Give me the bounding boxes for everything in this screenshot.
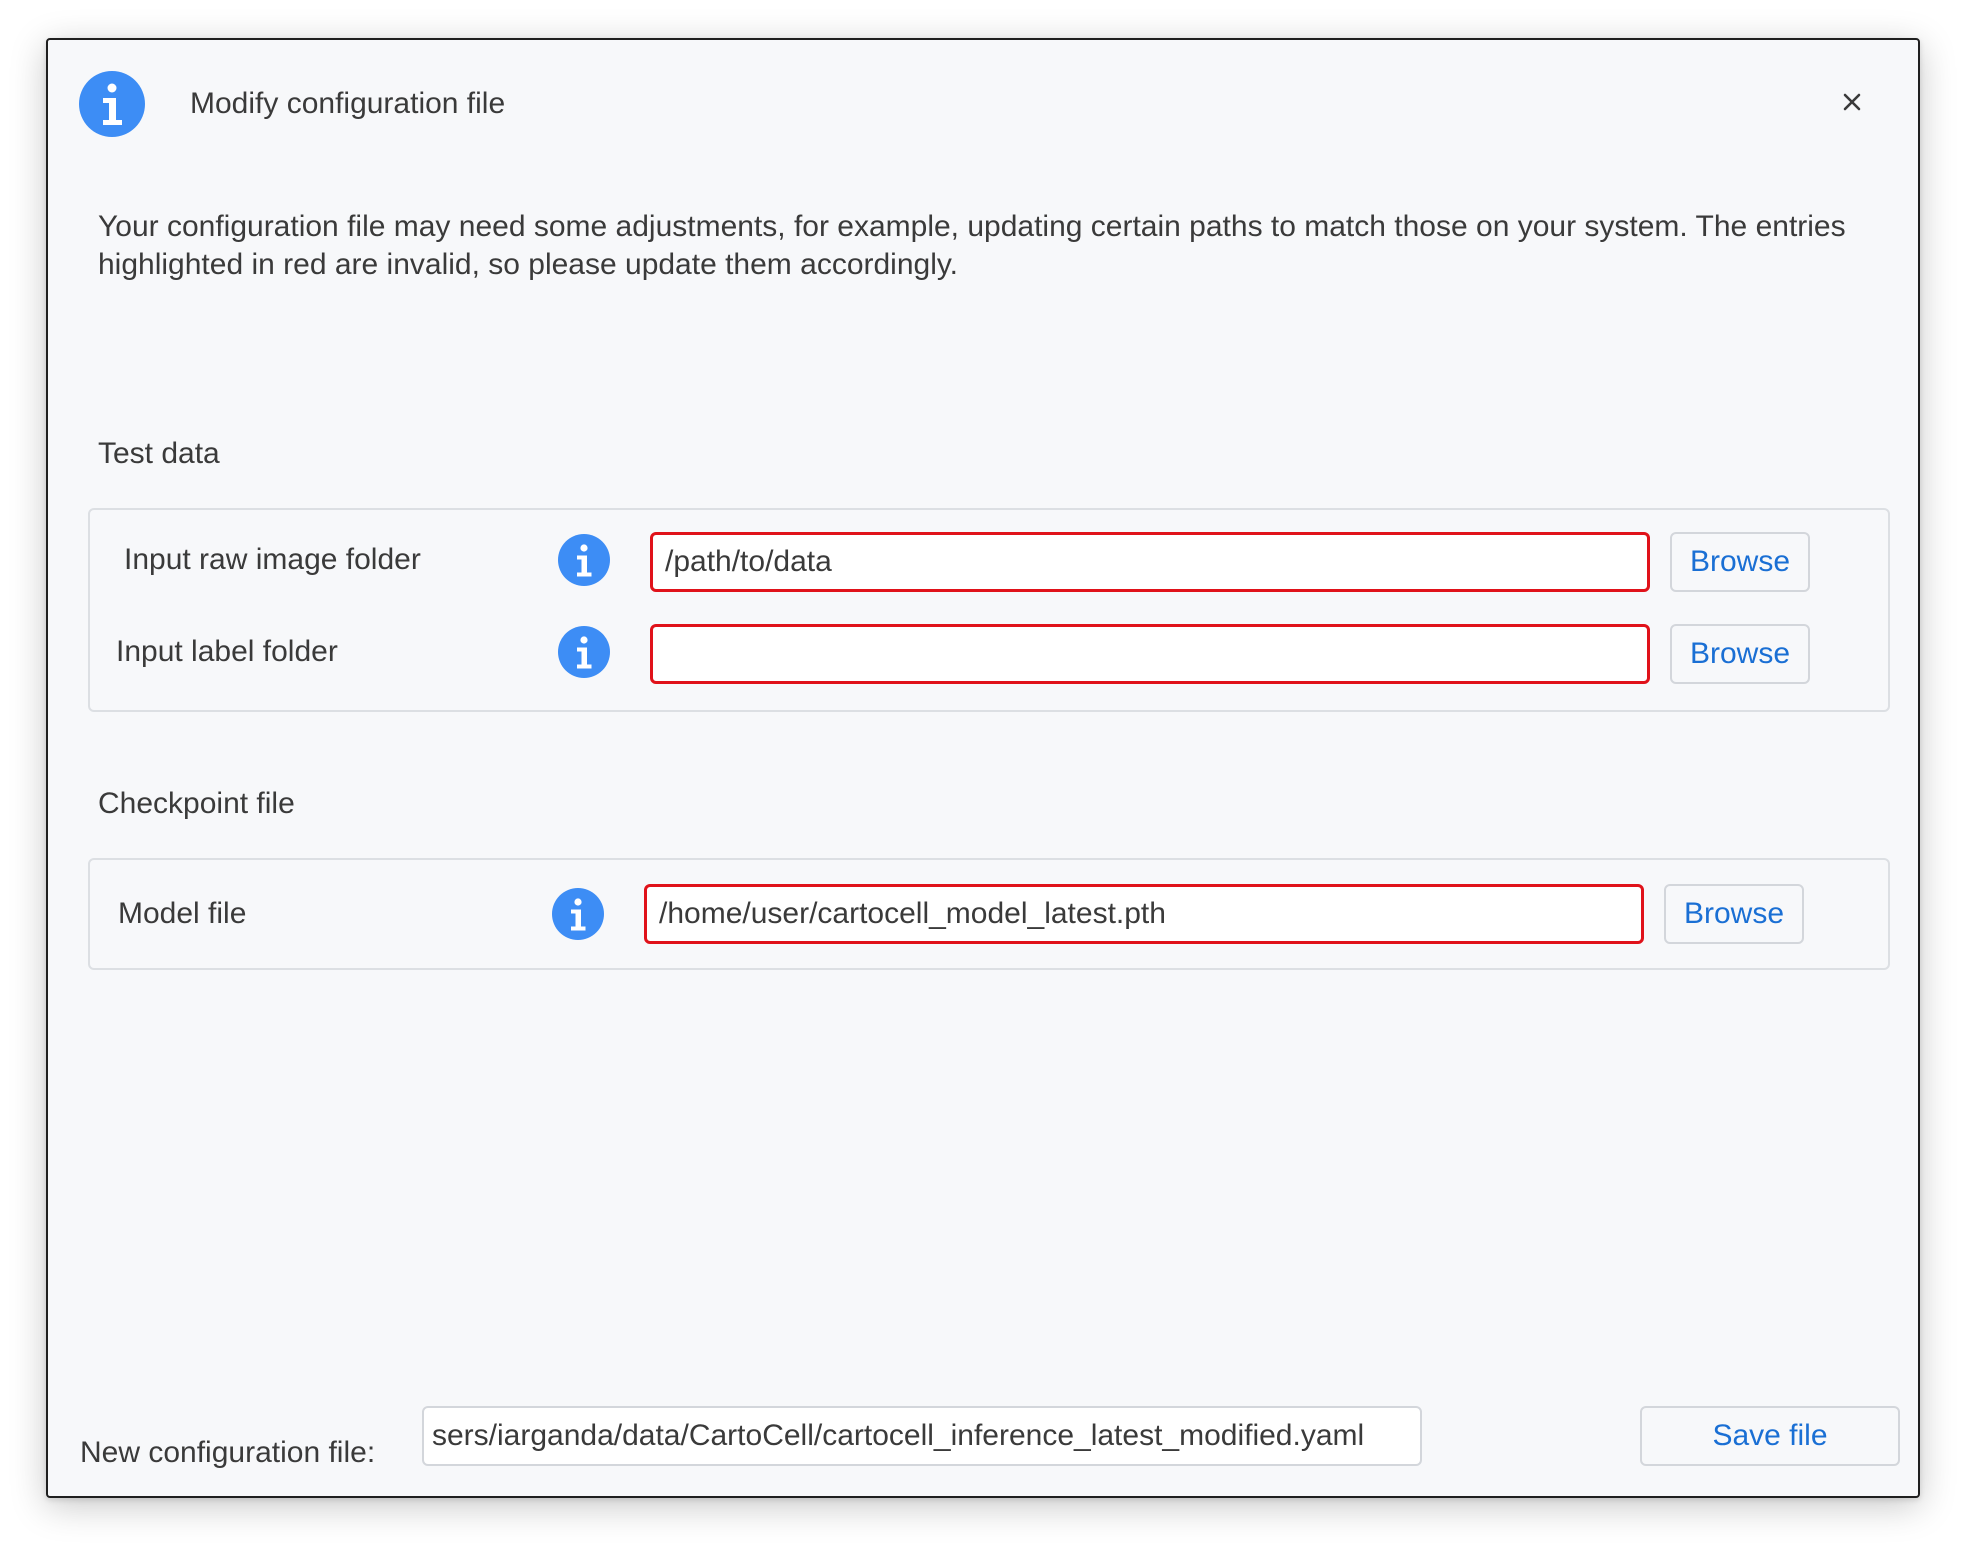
modify-config-dialog: Modify configuration file Your configura… bbox=[46, 38, 1920, 1498]
section-title-checkpoint-file: Checkpoint file bbox=[98, 787, 295, 820]
new-config-file-field[interactable] bbox=[422, 1406, 1422, 1466]
model-file-label: Model file bbox=[118, 897, 247, 930]
info-icon[interactable] bbox=[558, 626, 610, 678]
info-icon[interactable] bbox=[552, 888, 604, 940]
dialog-title: Modify configuration file bbox=[190, 87, 506, 120]
browse-model-file-button[interactable]: Browse bbox=[1664, 884, 1804, 944]
input-raw-image-folder-label: Input raw image folder bbox=[124, 543, 421, 576]
section-title-test-data: Test data bbox=[98, 437, 220, 470]
checkpoint-file-group: Model file Browse bbox=[88, 858, 1890, 970]
input-raw-image-folder-field[interactable] bbox=[650, 532, 1650, 592]
test-data-group: Input raw image folder Browse Input labe… bbox=[88, 508, 1890, 712]
new-config-file-label: New configuration file: bbox=[80, 1436, 376, 1469]
input-label-folder-field[interactable] bbox=[650, 624, 1650, 684]
model-file-field[interactable] bbox=[644, 884, 1644, 944]
info-icon bbox=[79, 71, 145, 137]
save-file-button[interactable]: Save file bbox=[1640, 1406, 1900, 1466]
browse-raw-image-folder-button[interactable]: Browse bbox=[1670, 532, 1810, 592]
input-label-folder-label: Input label folder bbox=[116, 635, 338, 668]
info-icon[interactable] bbox=[558, 534, 610, 586]
close-icon bbox=[1843, 93, 1861, 111]
dialog-description: Your configuration file may need some ad… bbox=[98, 210, 1846, 281]
close-button[interactable] bbox=[1832, 82, 1872, 122]
browse-label-folder-button[interactable]: Browse bbox=[1670, 624, 1810, 684]
